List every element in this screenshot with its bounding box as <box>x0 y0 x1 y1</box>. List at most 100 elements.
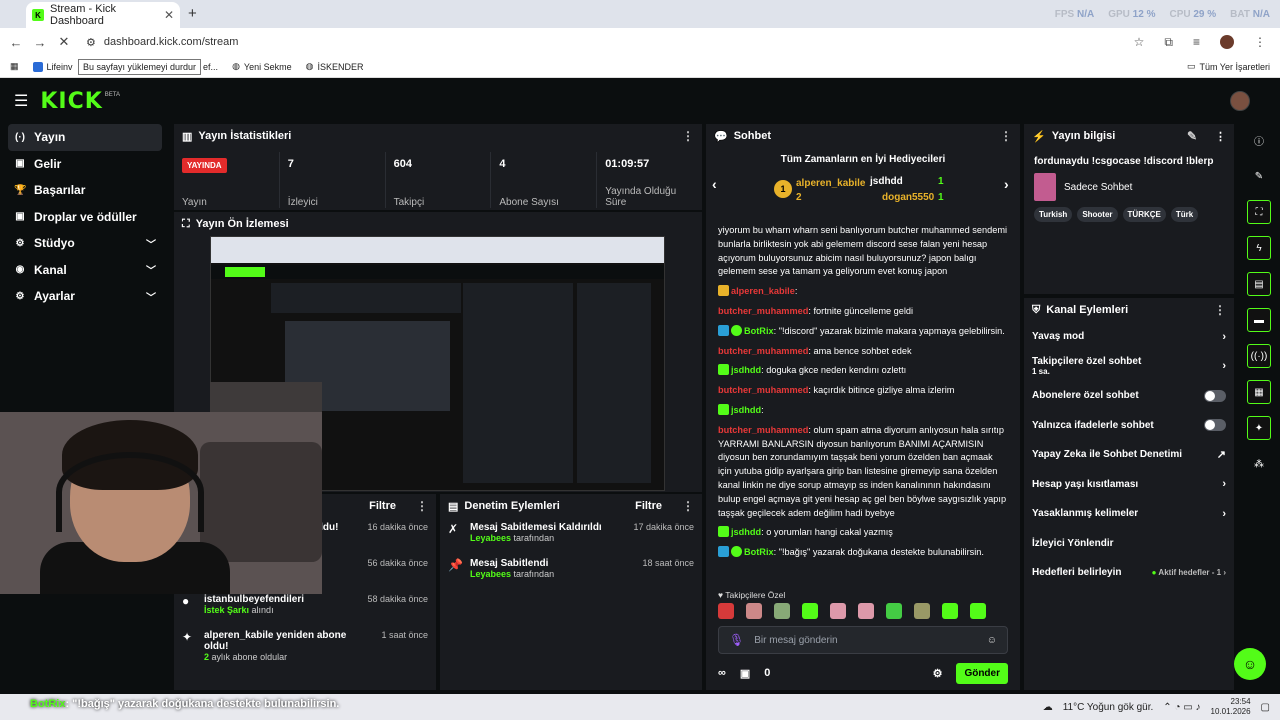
emote[interactable] <box>942 603 958 619</box>
studio-icon: ⚙ <box>15 237 25 249</box>
sidebar-item-gelir[interactable]: ▣ Gelir <box>8 151 162 178</box>
bookmark-item[interactable]: Lifeinv <box>32 61 73 72</box>
bookmark-item[interactable]: ◍ İSKENDER <box>306 61 364 72</box>
banned-words-row[interactable]: Yasaklanmış kelimeler › <box>1024 499 1234 529</box>
points-count: 0 <box>764 667 771 679</box>
all-bookmarks[interactable]: ▭ Tüm Yer İşaretleri <box>1187 61 1280 72</box>
emote[interactable] <box>774 603 790 619</box>
stat-live: YAYINDA Yayın <box>174 152 280 208</box>
mic-icon[interactable]: 🎙 <box>729 633 744 647</box>
category-thumbnail <box>1034 173 1056 201</box>
browser-tab[interactable]: K Stream - Kick Dashboard ✕ <box>26 2 180 28</box>
emote[interactable] <box>970 603 986 619</box>
sidebar-item-studyo[interactable]: ⚙ Stüdyo ﹀ <box>8 230 162 257</box>
bookmark-item[interactable]: ◍ Yeni Sekme <box>232 61 292 72</box>
more-icon[interactable]: ⋮ <box>682 499 694 513</box>
lightning-icon[interactable]: ϟ <box>1247 236 1271 260</box>
subscribers-toggle[interactable] <box>1204 389 1226 402</box>
emote-row <box>718 603 1008 621</box>
extensions-icon[interactable]: ⧉ <box>1164 35 1173 50</box>
points-icon[interactable]: ∞ <box>718 667 726 679</box>
more-icon[interactable]: ⋮ <box>682 129 694 143</box>
close-tab-icon[interactable]: ✕ <box>164 8 174 22</box>
filter-button[interactable]: Filtre <box>635 500 662 512</box>
tag[interactable]: Turkish <box>1034 207 1073 222</box>
bookmark-star-icon[interactable]: ☆ <box>1134 35 1145 49</box>
apps-icon[interactable]: ▦ <box>10 61 19 72</box>
more-icon[interactable]: ⋮ <box>1214 303 1226 317</box>
new-tab-icon[interactable]: + <box>188 5 197 22</box>
gear-icon[interactable]: ⚙ <box>933 667 943 680</box>
tooltip: Bu sayfayı yüklemeyi durdur <box>78 59 202 75</box>
emote[interactable] <box>830 603 846 619</box>
storage-icon[interactable]: ▦ <box>1247 380 1271 404</box>
emote[interactable] <box>858 603 874 619</box>
kick-logo[interactable]: KICK <box>40 89 102 114</box>
emote[interactable] <box>718 603 734 619</box>
document-icon[interactable]: ▤ <box>1247 272 1271 296</box>
more-icon[interactable]: ⋮ <box>1215 130 1226 143</box>
gifter2: jsdhdd <box>870 176 903 187</box>
sparkle-icon: ✦ <box>182 630 193 644</box>
hamburger-icon[interactable]: ☰ <box>14 91 28 111</box>
sidebar-item-ayarlar[interactable]: ⚙ Ayarlar ﹀ <box>8 283 162 310</box>
sidebar-item-yayin[interactable]: (·) Yayın <box>8 124 162 151</box>
user-avatar[interactable] <box>1230 91 1250 111</box>
beta-label: BETA <box>104 92 121 98</box>
stream-info-panel: ⚡ Yayın bilgisi ✎ ⋮ fordunaydu !csgocase !d… <box>1024 124 1234 294</box>
chevron-left-icon[interactable]: ‹ <box>712 176 717 192</box>
stop-loading-icon[interactable]: ✕ <box>52 34 76 50</box>
notification-icon[interactable]: ▢ <box>1261 702 1270 713</box>
profile-avatar[interactable] <box>1220 35 1234 49</box>
tag[interactable]: Shooter <box>1077 207 1118 222</box>
weather-icon: ☁ <box>1042 701 1053 713</box>
goals-row[interactable]: Hedefleri belirleyin ● Aktif hedefler - 1… <box>1024 558 1234 588</box>
sidebar-item-kanal[interactable]: ◉ Kanal ﹀ <box>8 257 162 284</box>
sidebar-item-droplar[interactable]: ▣ Droplar ve ödüller <box>8 204 162 231</box>
tab-title: Stream - Kick Dashboard <box>50 3 117 27</box>
more-icon[interactable]: ⋮ <box>416 499 428 513</box>
emote[interactable] <box>802 603 818 619</box>
emote[interactable] <box>886 603 902 619</box>
emotes-toggle[interactable] <box>1204 419 1226 432</box>
wrench-icon[interactable]: ✦ <box>1247 416 1271 440</box>
viewer-redirect-row[interactable]: İzleyici Yönlendir <box>1024 529 1234 559</box>
info-icon[interactable]: ⓘ <box>1247 128 1271 152</box>
tray-icons[interactable]: ⌃ ◔ ▭ ♪ <box>1163 702 1200 713</box>
gift-icon[interactable]: ▣ <box>740 667 750 680</box>
followers-chat-row[interactable]: Takipçilere özel sohbet 1 sa. › <box>1024 352 1234 382</box>
community-icon[interactable]: ⁂ <box>1247 452 1271 476</box>
stat-viewers: 7 İzleyici <box>280 152 386 208</box>
ai-moderation-row[interactable]: Yapay Zeka ile Sohbet Denetimi ↗ <box>1024 440 1234 470</box>
chevron-right-icon[interactable]: › <box>1004 176 1009 192</box>
back-icon[interactable]: ← <box>4 35 28 50</box>
slow-mode-row[interactable]: Yavaş mod › <box>1024 322 1234 352</box>
chat-bubble-icon[interactable]: ▬ <box>1247 308 1271 332</box>
emote[interactable] <box>746 603 762 619</box>
site-settings-icon[interactable]: ⚙ <box>86 36 96 49</box>
account-age-row[interactable]: Hesap yaşı kısıtlaması › <box>1024 470 1234 500</box>
clock[interactable]: 23:54 10.01.2026 <box>1211 697 1251 717</box>
edit-icon[interactable]: ✎ <box>1187 129 1197 143</box>
category-name[interactable]: Sadece Sohbet <box>1064 182 1132 193</box>
emotes-chat-row[interactable]: Yalnızca ifadelerle sohbet <box>1024 411 1234 441</box>
broadcast-icon[interactable]: ((·)) <box>1247 344 1271 368</box>
emote[interactable] <box>914 603 930 619</box>
sidebar-item-basarilar[interactable]: 🏆 Başarılar <box>8 177 162 204</box>
more-icon[interactable]: ⋮ <box>1000 129 1012 143</box>
pencil-icon[interactable]: ✎ <box>1247 164 1271 188</box>
subscribers-chat-row[interactable]: Abonelere özel sohbet <box>1024 381 1234 411</box>
tag[interactable]: TÜRKÇE <box>1122 207 1166 222</box>
chat-message: jsdhdd: <box>718 403 1008 418</box>
send-button[interactable]: Gönder <box>956 662 1008 684</box>
tag[interactable]: Türk <box>1170 207 1199 222</box>
forward-icon[interactable]: → <box>28 35 52 50</box>
menu-icon[interactable]: ⋮ <box>1254 35 1266 49</box>
help-button[interactable]: ☺ <box>1234 648 1266 680</box>
reading-list-icon[interactable]: ≡ <box>1193 35 1200 49</box>
emoji-icon[interactable]: ☺ <box>987 635 997 646</box>
url-field[interactable]: ⚙ dashboard.kick.com/stream <box>86 36 238 49</box>
filter-button[interactable]: Filtre <box>369 500 396 512</box>
chat-input[interactable]: 🎙 Bir mesaj gönderin ☺ <box>718 626 1008 654</box>
clip-icon[interactable]: ⛶ <box>1247 200 1271 224</box>
